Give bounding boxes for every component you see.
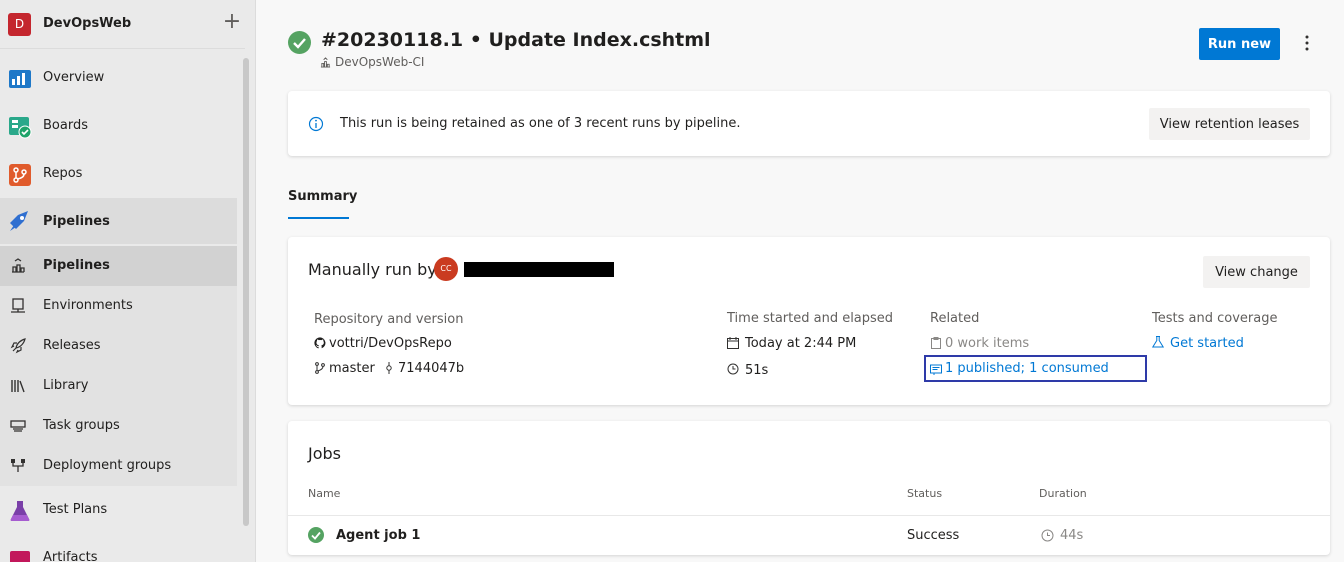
sidebar-subitem-task-groups[interactable]: Task groups	[0, 406, 237, 446]
info-icon	[308, 116, 324, 132]
branch-icon	[315, 362, 325, 374]
pipeline-link[interactable]: DevOpsWeb-CI	[335, 55, 424, 69]
deployment-groups-icon	[11, 459, 25, 472]
retention-banner: This run is being retained as one of 3 r…	[288, 91, 1330, 156]
summary-card: Manually run by CC View change Repositor…	[288, 237, 1330, 405]
sidebar-item-label: Repos	[43, 166, 83, 181]
task-groups-icon	[10, 420, 26, 432]
sidebar-item-test-plans[interactable]: Test Plans	[0, 490, 237, 530]
artifacts-icon	[10, 551, 30, 562]
focus-outline	[924, 355, 1147, 382]
new-project-button[interactable]: +	[222, 11, 242, 33]
job-status: Success	[907, 528, 960, 543]
page-title: #20230118.1 • Update Index.cshtml	[321, 29, 711, 51]
sidebar-subitem-label: Pipelines	[43, 258, 110, 273]
sidebar: D DevOpsWeb + Overview Boards Repos Pipe…	[0, 0, 256, 562]
boards-icon	[9, 117, 32, 139]
manual-run-label: Manually run by	[308, 260, 437, 279]
sidebar-subitem-label: Task groups	[43, 418, 120, 433]
user-avatar[interactable]: CC	[434, 257, 458, 281]
sidebar-subitem-library[interactable]: Library	[0, 366, 237, 406]
sidebar-scrollbar[interactable]	[243, 58, 249, 526]
column-header-duration: Duration	[1039, 487, 1087, 500]
library-icon	[11, 380, 25, 393]
work-item-icon	[931, 337, 941, 349]
releases-icon	[10, 338, 26, 354]
org-avatar[interactable]: D	[8, 13, 31, 36]
pipelines-sub-icon	[12, 258, 25, 273]
repos-icon	[9, 164, 31, 186]
sidebar-item-repos[interactable]: Repos	[0, 154, 237, 194]
overview-icon	[9, 70, 31, 88]
repo-name[interactable]: vottri/DevOpsRepo	[329, 336, 452, 351]
sidebar-item-label: Test Plans	[43, 502, 108, 517]
table-row[interactable]: Agent job 1 Success 44s	[288, 516, 1330, 555]
sidebar-item-artifacts[interactable]: Artifacts	[0, 538, 237, 562]
sidebar-item-label: Artifacts	[43, 550, 98, 562]
column-header-status: Status	[907, 487, 943, 500]
org-name[interactable]: DevOpsWeb	[43, 16, 131, 31]
sidebar-item-boards[interactable]: Boards	[0, 106, 237, 146]
tab-summary[interactable]: Summary	[288, 189, 357, 204]
sidebar-subitem-releases[interactable]: Releases	[0, 326, 237, 366]
test-plans-icon	[10, 501, 30, 521]
jobs-card: Jobs Name Status Duration Agent job 1 Su…	[288, 421, 1330, 555]
branch-name[interactable]: master	[329, 361, 375, 376]
job-name: Agent job 1	[336, 528, 421, 543]
sidebar-item-overview[interactable]: Overview	[0, 58, 237, 98]
pipeline-icon	[320, 57, 331, 68]
beaker-icon	[1152, 336, 1164, 348]
environments-icon	[11, 298, 25, 313]
sidebar-item-label: Overview	[43, 70, 105, 85]
time-header: Time started and elapsed	[727, 311, 894, 326]
sidebar-subitem-environments[interactable]: Environments	[0, 286, 237, 326]
work-items-link[interactable]: 0 work items	[945, 336, 1029, 351]
run-success-icon	[288, 31, 311, 54]
related-header: Related	[930, 311, 980, 326]
jobs-title: Jobs	[308, 444, 341, 463]
more-options-icon[interactable]	[1299, 33, 1315, 53]
sidebar-subitem-pipelines[interactable]: Pipelines	[0, 246, 237, 286]
duration-clock-icon	[1041, 529, 1054, 542]
get-started-link[interactable]: Get started	[1170, 336, 1244, 351]
sidebar-subitem-label: Environments	[43, 298, 133, 313]
repo-header: Repository and version	[314, 312, 464, 327]
commit-id[interactable]: 7144047b	[398, 361, 464, 376]
elapsed-time: 51s	[745, 363, 769, 378]
column-header-name: Name	[308, 487, 341, 500]
sidebar-item-label: Pipelines	[43, 214, 110, 229]
run-new-button[interactable]: Run new	[1199, 28, 1280, 60]
github-icon	[314, 337, 326, 349]
start-time: Today at 2:44 PM	[745, 336, 857, 351]
tests-header: Tests and coverage	[1152, 311, 1278, 326]
job-duration: 44s	[1060, 528, 1084, 543]
redacted-username	[464, 262, 614, 277]
sidebar-subitem-deployment-groups[interactable]: Deployment groups	[0, 446, 237, 486]
sidebar-subitem-label: Library	[43, 378, 89, 393]
sidebar-item-label: Boards	[43, 118, 88, 133]
calendar-icon	[727, 337, 739, 349]
sidebar-item-pipelines[interactable]: Pipelines	[0, 198, 237, 244]
view-change-button[interactable]: View change	[1203, 256, 1310, 288]
org-header: D DevOpsWeb +	[0, 0, 256, 50]
commit-icon	[386, 362, 392, 374]
clock-icon	[727, 363, 739, 375]
tab-active-indicator	[288, 217, 349, 219]
pipelines-icon	[10, 211, 28, 231]
sidebar-divider	[0, 48, 245, 49]
job-success-icon	[308, 527, 324, 543]
view-retention-leases-button[interactable]: View retention leases	[1149, 108, 1310, 140]
sidebar-subitem-label: Releases	[43, 338, 101, 353]
retention-message: This run is being retained as one of 3 r…	[340, 116, 741, 131]
sidebar-subitem-label: Deployment groups	[43, 458, 172, 473]
